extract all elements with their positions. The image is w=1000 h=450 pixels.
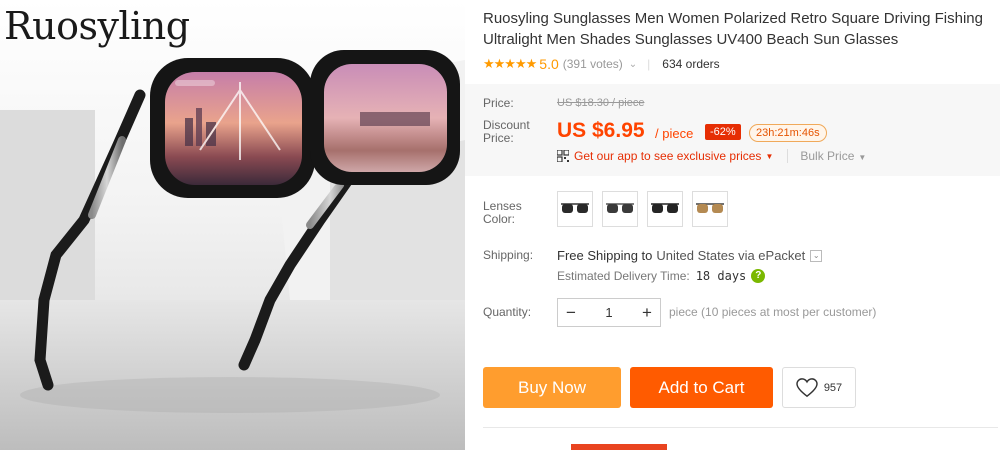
discount-badge: -62% xyxy=(705,124,741,140)
quantity-input[interactable]: 1 xyxy=(584,305,634,320)
heart-icon xyxy=(796,377,818,397)
price-unit: / piece xyxy=(655,126,694,141)
price-label: Price: xyxy=(483,96,514,110)
free-shipping-text: Free Shipping to xyxy=(557,248,653,263)
orders-count: 634 orders xyxy=(662,57,720,71)
sunglasses-black-icon xyxy=(561,203,589,213)
chevron-down-icon[interactable]: ⌄ xyxy=(629,59,637,70)
quantity-increase-button[interactable]: + xyxy=(634,299,660,326)
dropdown-arrow-icon[interactable]: ▼ xyxy=(765,152,773,161)
estimated-delivery-days: 18 days xyxy=(695,269,747,283)
quantity-decrease-button[interactable]: − xyxy=(558,299,584,326)
help-icon[interactable]: ? xyxy=(751,269,766,283)
shipping-destination-link[interactable]: United States via ePacket xyxy=(656,248,805,263)
lens-option-3[interactable] xyxy=(647,191,683,227)
product-info-panel: Ruosyling Sunglasses Men Women Polarized… xyxy=(465,0,1000,450)
dropdown-arrow-icon: ▼ xyxy=(858,153,867,162)
rating-score: 5.0 xyxy=(539,56,559,72)
rating-row: ★★★★★ 5.0 (391 votes) ⌄ | 634 orders xyxy=(483,56,720,72)
delivery-estimate: Estimated Delivery Time: 18 days ? xyxy=(557,269,766,283)
cut-off-bar xyxy=(571,444,667,450)
quantity-label: Quantity: xyxy=(483,305,532,319)
qr-code-icon xyxy=(557,150,569,162)
discount-price-label-line2: Price: xyxy=(483,131,514,145)
shipping-info: Free Shipping to United States via ePack… xyxy=(557,248,823,263)
wishlist-count: 957 xyxy=(823,381,843,394)
lens-color-options xyxy=(557,191,728,227)
sunglasses-dark-icon xyxy=(651,203,679,213)
price-box: Price: US $18.30 / piece Discount Price:… xyxy=(465,84,1000,176)
divider xyxy=(483,427,998,428)
lens-option-2[interactable] xyxy=(602,191,638,227)
current-price: US $6.95 xyxy=(557,119,645,142)
shipping-label: Shipping: xyxy=(483,248,534,262)
wishlist-button[interactable]: 957 xyxy=(782,367,856,408)
rating-stars-icon: ★★★★★ xyxy=(483,56,537,71)
brand-logo: Ruosyling xyxy=(4,4,190,48)
product-image[interactable]: Ruosyling xyxy=(0,0,465,450)
product-title: Ruosyling Sunglasses Men Women Polarized… xyxy=(483,10,983,48)
app-promo-link[interactable]: Get our app to see exclusive prices xyxy=(574,149,761,163)
lens-option-1[interactable] xyxy=(557,191,593,227)
lenses-color-label-line2: Color: xyxy=(483,212,516,226)
sunglasses-brown-icon xyxy=(696,203,724,213)
quantity-stepper: − 1 + xyxy=(557,298,661,327)
sunglasses-photo xyxy=(0,50,465,450)
divider: | xyxy=(647,57,651,71)
quantity-limit-note: piece (10 pieces at most per customer) xyxy=(669,305,877,319)
sunglasses-gray-icon xyxy=(606,203,634,213)
countdown-timer: 23h:21m:46s xyxy=(749,124,827,142)
estimated-delivery-label: Estimated Delivery Time: xyxy=(557,269,690,283)
chevron-down-icon[interactable]: ⌄ xyxy=(810,249,823,262)
original-price: US $18.30 / piece xyxy=(557,97,645,109)
buy-now-button[interactable]: Buy Now xyxy=(483,367,621,408)
lens-option-4[interactable] xyxy=(692,191,728,227)
rating-votes-link[interactable]: (391 votes) xyxy=(563,57,623,71)
add-to-cart-button[interactable]: Add to Cart xyxy=(630,367,773,408)
app-promo-row: Get our app to see exclusive prices ▼ Bu… xyxy=(557,149,866,163)
bulk-price-label: Bulk Price xyxy=(800,149,855,163)
bulk-price-link[interactable]: Bulk Price ▼ xyxy=(787,149,866,163)
